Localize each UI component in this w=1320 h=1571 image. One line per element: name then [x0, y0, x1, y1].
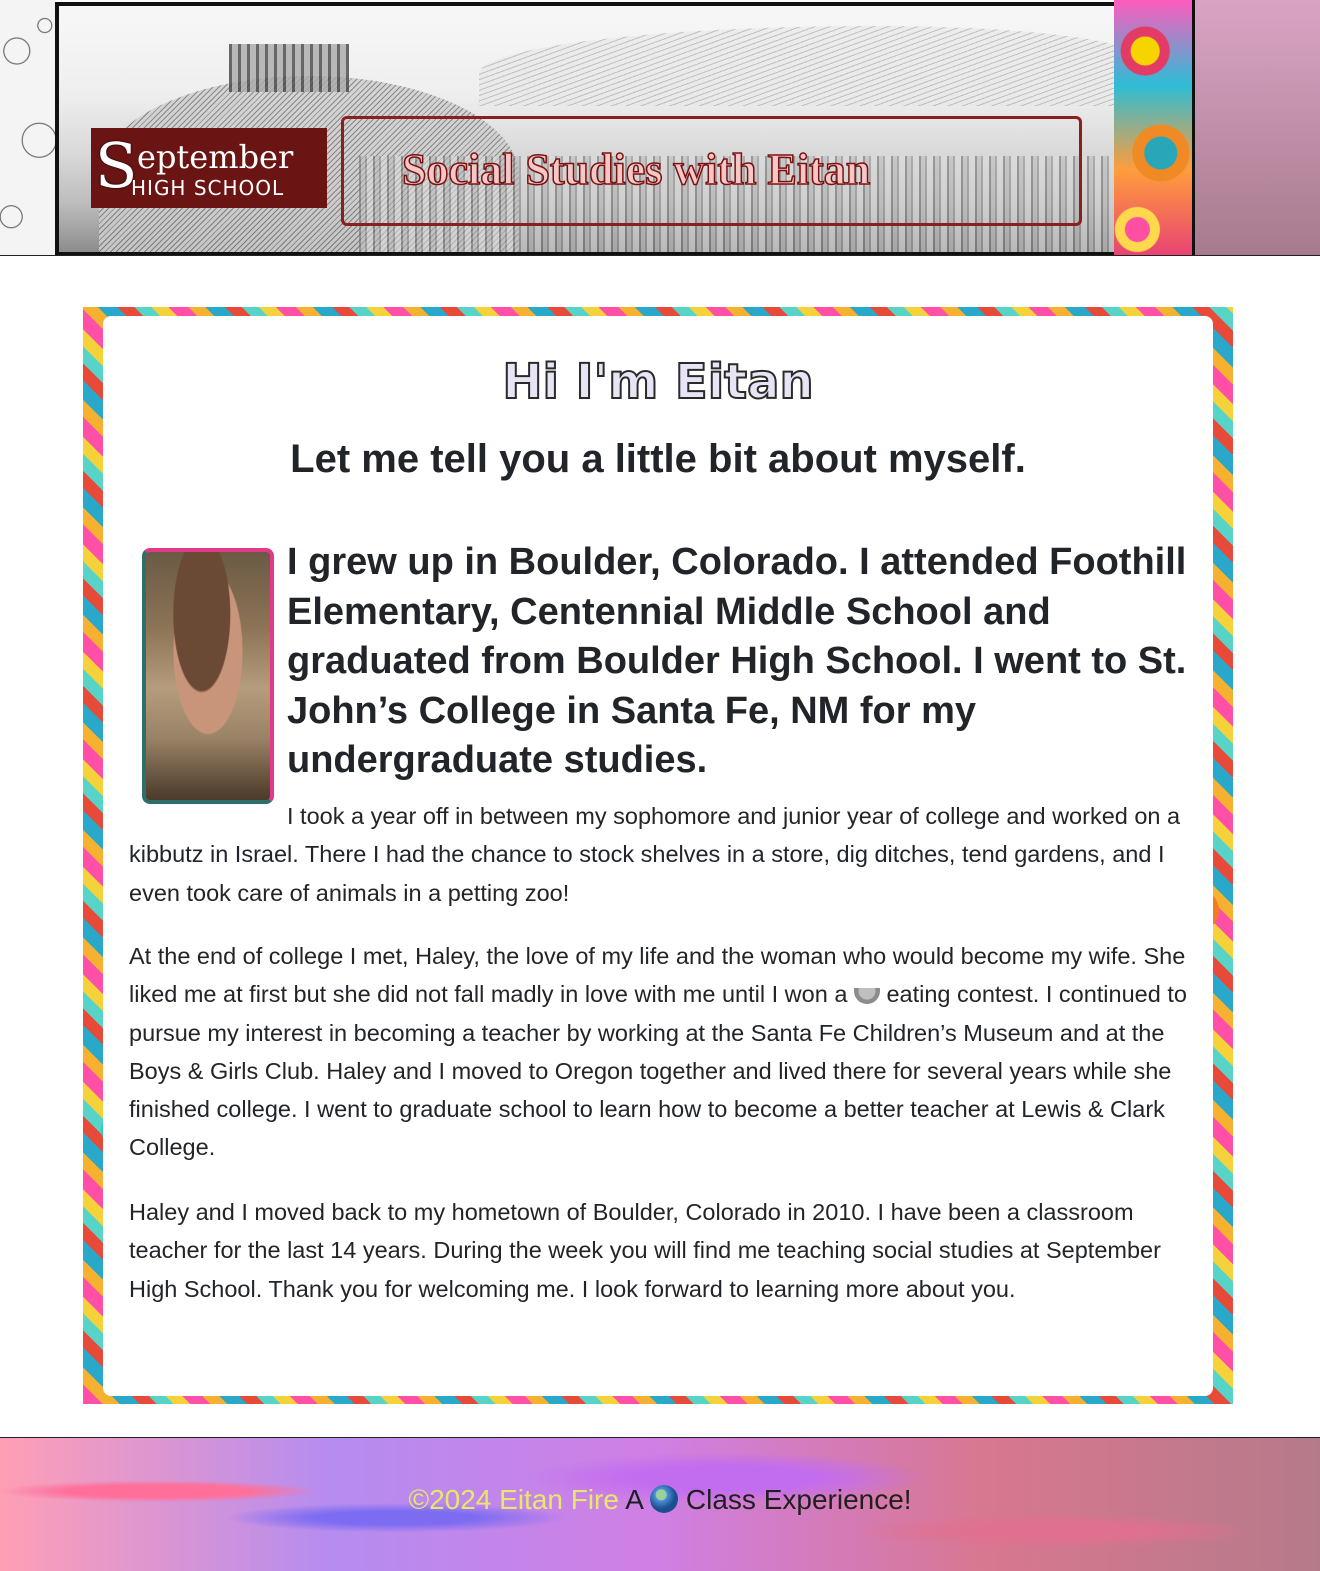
site-title: Social Studies with Eitan [401, 144, 871, 195]
profile-photo [142, 548, 274, 804]
logo-word: eptember [137, 138, 294, 176]
footer-credit: ©2024 Eitan Fire [408, 1484, 619, 1515]
footer-text-a: A [618, 1484, 651, 1515]
intro-paragraph: I grew up in Boulder, Colorado. I attend… [287, 541, 1187, 781]
paragraph-college: At the end of college I met, Haley, the … [129, 937, 1199, 1167]
school-logo[interactable]: S eptember HIGH SCHOOL [91, 128, 327, 208]
banner-landscape [479, 26, 1114, 106]
page-title: Hi I'm Eitan [501, 353, 814, 411]
footer-text-b: Class Experience! [678, 1484, 912, 1515]
site-header: S eptember HIGH SCHOOL Social Studies wi… [0, 0, 1320, 256]
paragraph-kibbutz: I took a year off in between my sophomor… [129, 803, 1181, 906]
header-banner[interactable]: S eptember HIGH SCHOOL Social Studies wi… [55, 2, 1118, 255]
paragraph-text: eating contest. I continued to pursue my… [129, 981, 1187, 1161]
title-scroll: Social Studies with Eitan [341, 116, 1082, 226]
globe-icon [650, 1485, 679, 1513]
page-subtitle: Let me tell you a little bit about mysel… [290, 437, 1026, 481]
bowl-icon [853, 988, 880, 1005]
paragraph-boulder: Haley and I moved back to my hometown of… [129, 1199, 1161, 1302]
banner-castle [229, 44, 349, 92]
psychedelic-decoration [1114, 0, 1195, 255]
paisley-decoration [0, 0, 56, 255]
logo-subtitle: HIGH SCHOOL [131, 176, 285, 200]
footer-text: ©2024 Eitan Fire A Class Experience! [0, 1480, 1320, 1520]
pink-decoration [1195, 0, 1320, 255]
